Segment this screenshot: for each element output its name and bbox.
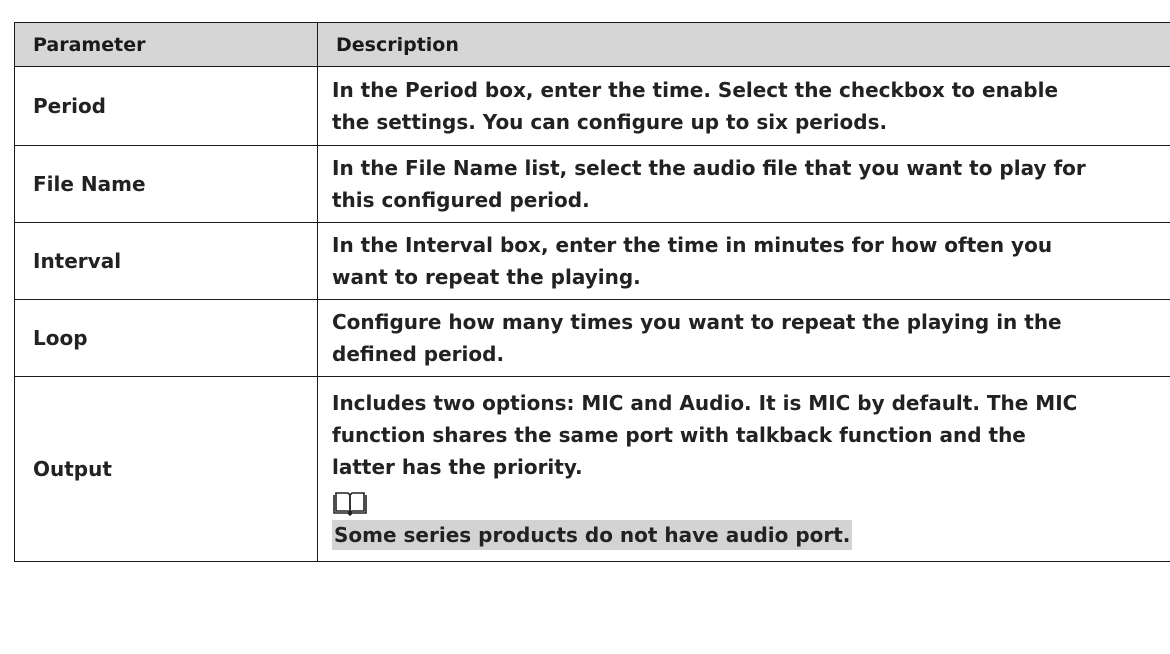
- table-row-output: Output Includes two options: MIC and Aud…: [14, 376, 1170, 562]
- description-line: In the File Name list, select the audio …: [332, 156, 1086, 180]
- description-line: the settings. You can configure up to si…: [332, 110, 888, 134]
- open-book-note-icon: [333, 492, 367, 517]
- column-header-description: Description: [317, 22, 1170, 67]
- description-line: defined period.: [332, 342, 505, 366]
- note-text: Some series products do not have audio p…: [332, 520, 853, 550]
- description-line: Includes two options: MIC and Audio. It …: [332, 391, 1078, 415]
- table-row-interval: Interval In the Interval box, enter the …: [14, 222, 1170, 300]
- parameter-name: Period: [14, 66, 318, 146]
- description-line: function shares the same port with talkb…: [332, 423, 1026, 447]
- description-line: want to repeat the playing.: [332, 265, 641, 289]
- parameter-name: File Name: [14, 145, 318, 223]
- table-header-row: Parameter Description: [14, 22, 1170, 67]
- parameter-description: Configure how many times you want to rep…: [317, 299, 1170, 377]
- description-line: Configure how many times you want to rep…: [332, 310, 1062, 334]
- table-row-file-name: File Name In the File Name list, select …: [14, 145, 1170, 223]
- description-line: In the Period box, enter the time. Selec…: [332, 78, 1059, 102]
- parameter-name: Loop: [14, 299, 318, 377]
- table-row-loop: Loop Configure how many times you want t…: [14, 299, 1170, 377]
- parameter-name: Interval: [14, 222, 318, 300]
- parameter-description: Includes two options: MIC and Audio. It …: [317, 376, 1170, 562]
- table-caption-cut-off: [0, 0, 1170, 9]
- parameter-description-table: Parameter Description Period In the Peri…: [14, 22, 1170, 562]
- column-header-parameter: Parameter: [14, 22, 318, 67]
- table-row-period: Period In the Period box, enter the time…: [14, 66, 1170, 146]
- parameter-name: Output: [14, 376, 318, 562]
- description-line: latter has the priority.: [332, 455, 583, 479]
- parameter-description: In the Period box, enter the time. Selec…: [317, 66, 1170, 146]
- parameter-description: In the Interval box, enter the time in m…: [317, 222, 1170, 300]
- description-line: In the Interval box, enter the time in m…: [332, 233, 1053, 257]
- description-line: this configured period.: [332, 188, 590, 212]
- parameter-description: In the File Name list, select the audio …: [317, 145, 1170, 223]
